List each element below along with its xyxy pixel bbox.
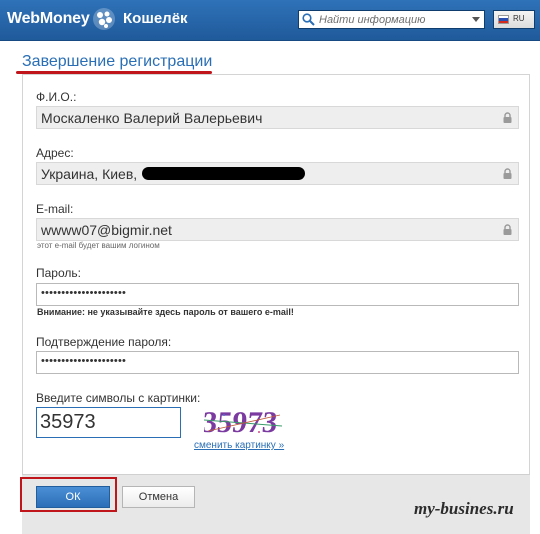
confirm-password-label: Подтверждение пароля: (36, 335, 172, 349)
lock-icon (503, 112, 512, 123)
refresh-captcha-link[interactable]: сменить картинку » (194, 440, 284, 451)
product-name[interactable]: Кошелёк (123, 10, 188, 27)
password-warning: Внимание: не указывайте здесь пароль от … (37, 307, 294, 317)
webmoney-logo[interactable]: WebMoney (7, 10, 90, 28)
captcha-image: 35973 (204, 406, 283, 438)
page-title: Завершение регистрации (22, 53, 213, 70)
captcha-input[interactable]: 35973 (36, 407, 181, 438)
password-field[interactable]: ••••••••••••••••••••• (36, 283, 519, 306)
password-label: Пароль: (36, 266, 81, 280)
language-selector[interactable]: RU (493, 10, 535, 29)
language-label: RU (513, 14, 525, 23)
search-box[interactable] (298, 10, 485, 29)
lock-icon (503, 168, 512, 179)
fio-value: Москаленко Валерий Валерьевич (41, 110, 263, 126)
confirm-password-mask: ••••••••••••••••••••• (41, 355, 127, 367)
fio-label: Ф.И.О.: (36, 90, 77, 104)
address-value: Украина, Киев, (41, 166, 138, 182)
fio-field: Москаленко Валерий Валерьевич (36, 106, 519, 129)
address-field: Украина, Киев, (36, 162, 519, 185)
captcha-image-text: 35973 (204, 406, 279, 438)
redaction-mark (142, 167, 305, 180)
watermark: my-busines.ru (414, 499, 514, 518)
ok-button[interactable]: ОК (36, 486, 110, 508)
email-label: E-mail: (36, 202, 74, 216)
chevron-down-icon[interactable] (472, 17, 480, 22)
search-icon[interactable] (302, 13, 315, 26)
address-label: Адрес: (36, 146, 74, 160)
password-mask: ••••••••••••••••••••• (41, 287, 127, 299)
email-value: wwww07@bigmir.net (41, 222, 172, 238)
captcha-label: Введите символы с картинки: (36, 391, 201, 405)
email-hint: этот e-mail будет вашим логином (37, 241, 160, 250)
confirm-password-field[interactable]: ••••••••••••••••••••• (36, 351, 519, 374)
search-input[interactable] (319, 12, 469, 27)
lock-icon (503, 224, 512, 235)
top-header: WebMoney Кошелёк RU (0, 0, 540, 41)
cancel-button[interactable]: Отмена (122, 486, 195, 508)
webmoney-globe-icon (93, 8, 115, 30)
email-field: wwww07@bigmir.net (36, 218, 519, 241)
russian-flag-icon (498, 15, 509, 24)
